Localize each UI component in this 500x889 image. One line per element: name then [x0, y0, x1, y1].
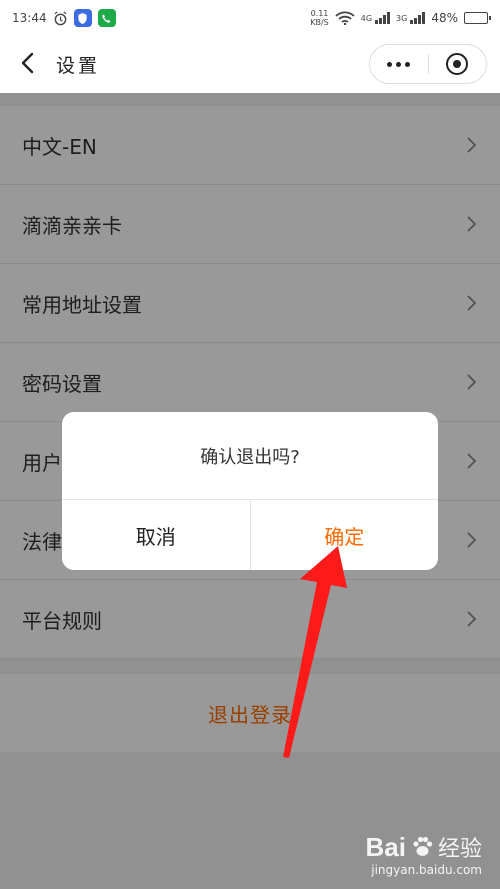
battery-icon — [464, 12, 491, 24]
signal2-label: 3G — [396, 13, 408, 23]
signal-icon — [375, 12, 391, 24]
network-speed: 0.11 KB/S — [310, 9, 329, 27]
signal1-label: 4G — [360, 13, 373, 23]
signal-icon — [410, 12, 426, 24]
confirm-logout-dialog: 确认退出吗? 取消 确定 — [62, 412, 438, 570]
mini-program-capsule — [369, 44, 487, 84]
back-button[interactable] — [14, 48, 44, 78]
paw-icon — [410, 835, 434, 859]
watermark-brand-text: Bai — [365, 831, 406, 862]
dialog-message: 确认退出吗? — [62, 412, 438, 500]
watermark-url: jingyan.baidu.com — [371, 863, 482, 877]
ellipsis-icon — [387, 61, 411, 67]
phone-app-icon — [97, 9, 116, 27]
chevron-left-icon — [21, 52, 34, 74]
status-left: 13:44 — [12, 9, 116, 27]
watermark-brand-suffix: 经验 — [437, 836, 482, 861]
more-button[interactable] — [370, 45, 428, 83]
watermark: Bai 经验 jingyan.baidu.com — [366, 831, 482, 878]
confirm-button[interactable]: 确定 — [251, 500, 439, 570]
cancel-button[interactable]: 取消 — [62, 500, 251, 570]
page-title: 设置 — [56, 55, 101, 77]
nav-header: 设置 — [0, 36, 500, 93]
watermark-brand: Bai 经验 — [366, 831, 482, 863]
status-bar: 13:44 0.11 KB/S 4G 3G 48% — [0, 0, 500, 36]
network-speed-value: 0.11 — [310, 9, 329, 18]
status-time: 13:44 — [12, 11, 47, 25]
wifi-icon — [335, 11, 355, 25]
alarm-icon — [54, 10, 67, 25]
battery-percent: 48% — [431, 11, 458, 25]
close-miniprogram-button[interactable] — [428, 45, 486, 83]
shield-app-icon — [73, 9, 92, 27]
status-right: 0.11 KB/S 4G 3G 48% — [310, 9, 491, 27]
target-circle-icon — [446, 53, 469, 75]
dialog-actions: 取消 确定 — [62, 500, 438, 570]
network-speed-unit: KB/S — [310, 18, 329, 27]
